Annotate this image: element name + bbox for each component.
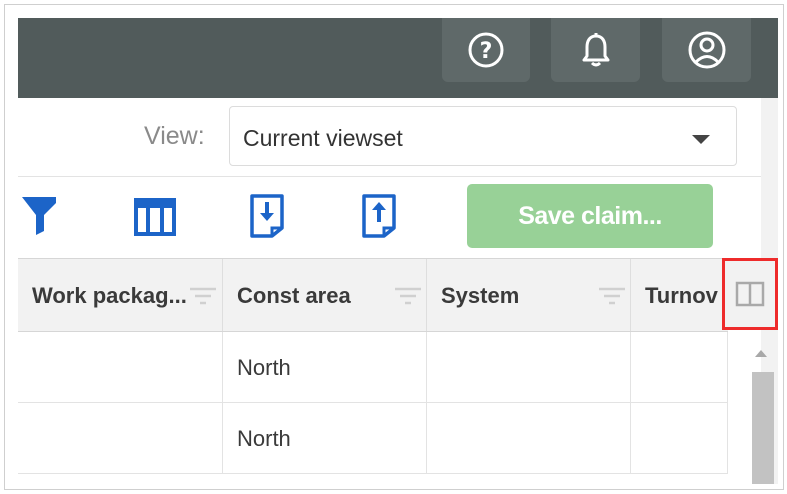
table-cell [18, 332, 223, 402]
column-header-system[interactable]: System [427, 259, 631, 331]
save-claim-button[interactable]: Save claim... [467, 184, 713, 248]
bell-icon [582, 33, 609, 67]
sort-filter-icon[interactable] [190, 287, 216, 305]
column-chooser-button[interactable] [722, 258, 778, 330]
table-row[interactable]: North [18, 403, 728, 474]
divider [18, 176, 761, 177]
top-header-bar: ? [18, 18, 778, 98]
viewset-selected-value: Current viewset [243, 125, 403, 151]
scroll-up-arrow-icon[interactable] [755, 350, 767, 357]
viewset-dropdown[interactable]: Current viewset [229, 106, 737, 166]
filter-icon[interactable] [22, 193, 62, 237]
chevron-down-icon [692, 135, 710, 144]
vertical-scrollbar[interactable] [750, 338, 774, 484]
notifications-button[interactable] [551, 18, 640, 82]
help-icon: ? [468, 32, 504, 68]
import-icon[interactable] [249, 193, 285, 239]
export-icon[interactable] [361, 193, 397, 239]
help-button[interactable]: ? [442, 18, 530, 82]
table-row[interactable]: North [18, 332, 728, 403]
column-header-label: System [441, 283, 520, 308]
column-chooser-icon [735, 281, 765, 307]
user-profile-button[interactable] [662, 18, 751, 82]
scrollbar-thumb[interactable] [752, 372, 774, 484]
column-header-work-package[interactable]: Work packag... [18, 259, 223, 331]
table-header: Work packag... Const area System Turnov [18, 258, 728, 332]
columns-icon[interactable] [134, 198, 176, 236]
column-header-turnover[interactable]: Turnov [631, 259, 728, 331]
column-header-label: Const area [237, 283, 351, 308]
table-cell: North [223, 403, 427, 473]
sort-filter-icon[interactable] [395, 287, 421, 305]
column-header-label: Turnov [645, 283, 718, 308]
table-cell: North [223, 332, 427, 402]
sort-filter-icon[interactable] [599, 287, 625, 305]
table-cell [427, 403, 631, 473]
table-cell [18, 403, 223, 473]
view-label: View: [144, 122, 205, 150]
table-cell [631, 332, 728, 402]
column-header-const-area[interactable]: Const area [223, 259, 427, 331]
table-cell [631, 403, 728, 473]
table-cell [427, 332, 631, 402]
user-icon [688, 31, 725, 69]
column-header-label: Work packag... [32, 283, 187, 308]
svg-text:?: ? [480, 39, 493, 64]
